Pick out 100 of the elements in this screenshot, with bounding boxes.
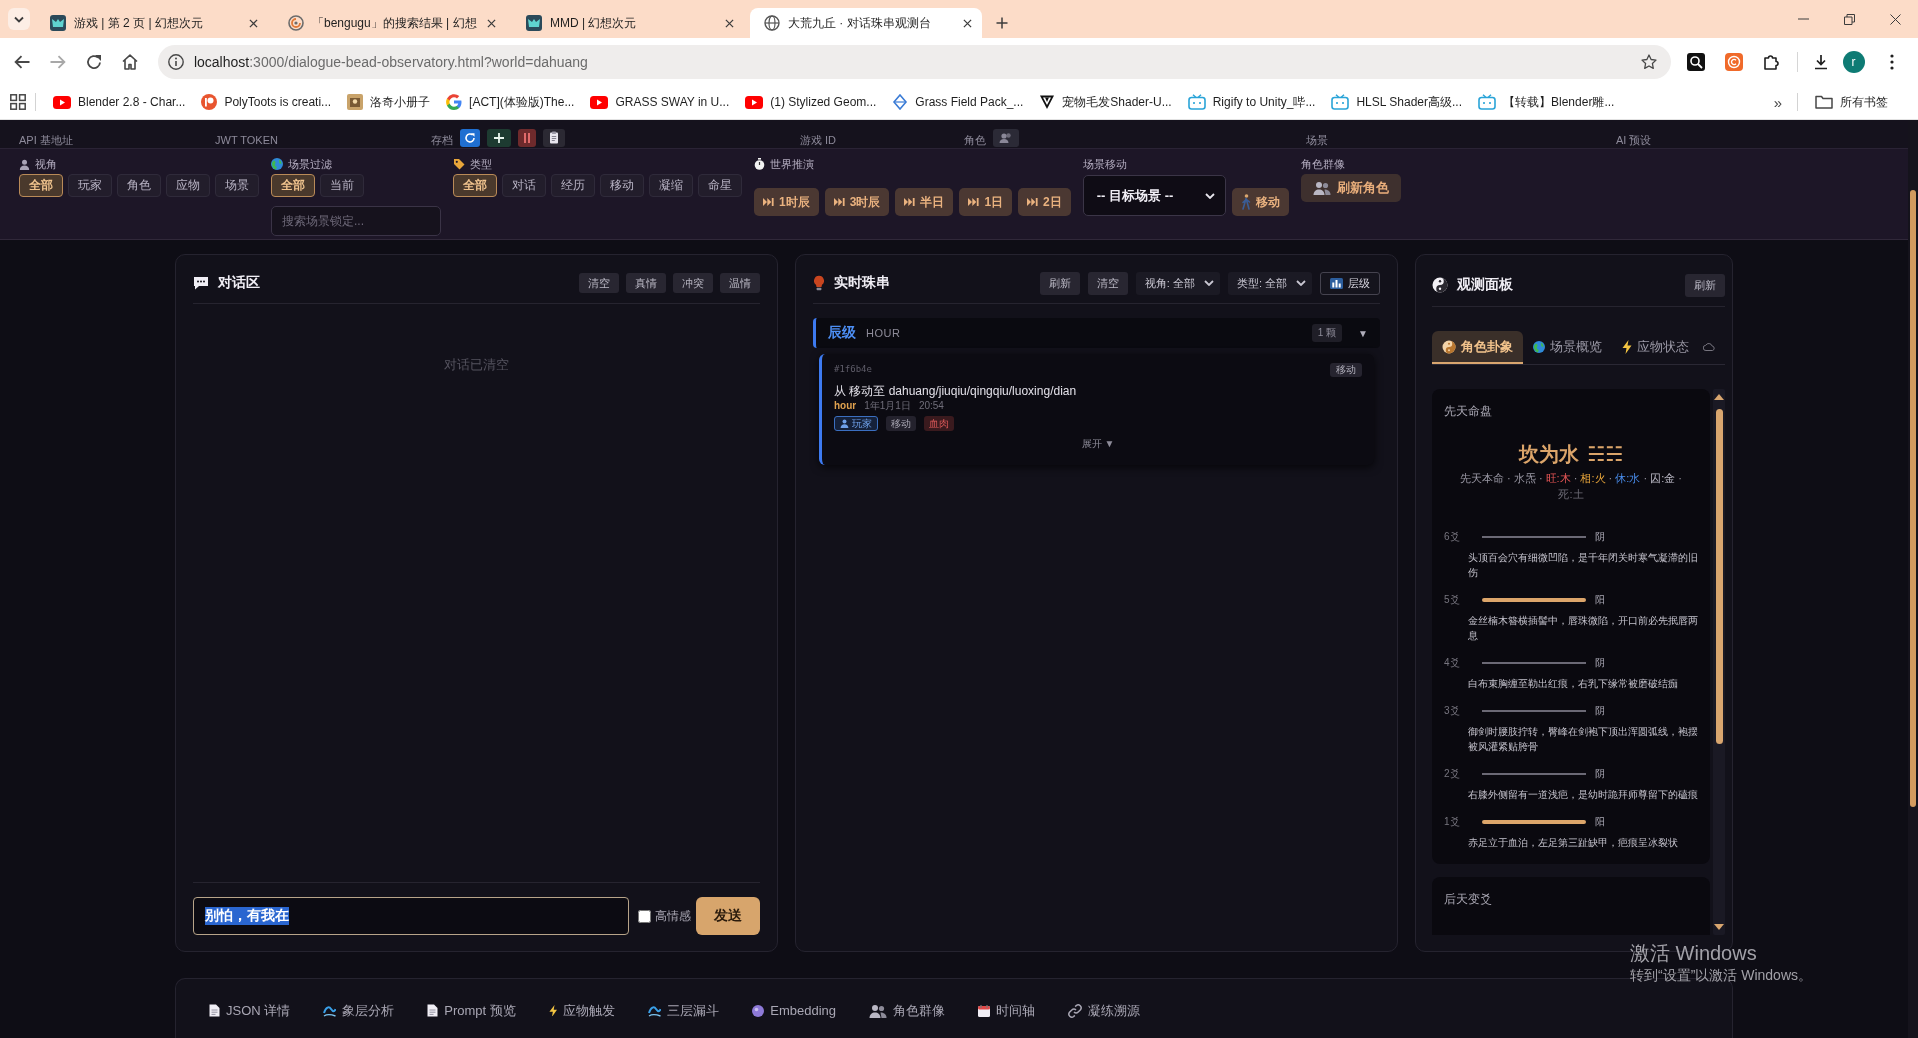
address-bar[interactable]: localhost:3000/dialogue-bead-observatory.html?world=dahuang: [157, 44, 1672, 79]
wave-icon: [323, 1004, 337, 1017]
bottom-tab[interactable]: 应物触发: [536, 995, 628, 1026]
action-button[interactable]: 清空: [1087, 271, 1128, 295]
yin-yang-icon: [1432, 277, 1448, 293]
action-button[interactable]: 清空: [579, 273, 619, 293]
grid-icon[interactable]: [10, 94, 26, 110]
bookmark-link[interactable]: HLSL Shader高级...: [1323, 89, 1470, 115]
bottom-tab[interactable]: 凝练溯源: [1056, 995, 1153, 1026]
filter-select[interactable]: 类型: 全部: [1227, 271, 1312, 295]
close-icon[interactable]: [249, 18, 258, 28]
message-input[interactable]: 别怕，有我在: [193, 897, 629, 935]
filter-option[interactable]: 对话: [502, 174, 546, 197]
filter-select[interactable]: 视角: 全部: [1135, 271, 1220, 295]
bars-icon[interactable]: [518, 129, 536, 147]
bookmark-link[interactable]: Rigify to Unity_哔...: [1179, 89, 1324, 115]
filter-option[interactable]: 移动: [600, 174, 644, 197]
scene-search-field[interactable]: 搜索场景锁定...: [271, 206, 441, 236]
home-icon[interactable]: [121, 53, 138, 70]
plus-icon[interactable]: [996, 17, 1008, 29]
info-icon[interactable]: [167, 53, 184, 70]
c-logo-icon[interactable]: [1725, 52, 1744, 71]
checkbox[interactable]: [638, 909, 651, 923]
scene-select[interactable]: -- 目标场景 --: [1082, 175, 1226, 216]
bottom-tab[interactable]: 三层漏斗: [636, 995, 732, 1026]
filter-option[interactable]: 凝缩: [649, 174, 693, 197]
reload-icon[interactable]: [85, 53, 102, 70]
browser-tab[interactable]: 「bengugu」的搜索结果 | 幻想: [274, 8, 506, 38]
menu-icon[interactable]: [1890, 53, 1895, 70]
filter-option[interactable]: 经历: [551, 174, 595, 197]
bookmark-link[interactable]: 宠物毛发Shader-U...: [1031, 89, 1180, 115]
filter-option[interactable]: 全部: [19, 174, 63, 197]
people-icon: [1312, 181, 1331, 195]
move-button[interactable]: 移动: [1231, 188, 1289, 216]
bookmark-link[interactable]: PolyToots is creati...: [193, 90, 340, 114]
close-icon[interactable]: [725, 18, 734, 28]
refresh-roles-button[interactable]: 刷新角色: [1300, 174, 1401, 202]
collapse-toggle[interactable]: ▼: [1358, 327, 1368, 339]
action-button[interactable]: 真情: [626, 273, 666, 293]
more-bookmarks-button[interactable]: »: [1767, 93, 1788, 111]
refresh-button[interactable]: 刷新: [1685, 273, 1725, 297]
time-step-button[interactable]: 2日: [1018, 188, 1071, 216]
bottom-tab[interactable]: 象层分析: [311, 995, 407, 1026]
bottom-tab[interactable]: Prompt 预览: [415, 995, 528, 1026]
filter-option[interactable]: 应物: [166, 174, 210, 197]
bookmark-link[interactable]: (1) Stylized Geom...: [737, 91, 885, 113]
filter-option[interactable]: 全部: [271, 174, 315, 197]
action-button[interactable]: 冲突: [673, 273, 713, 293]
filter-option[interactable]: 角色: [117, 174, 161, 197]
bookmark-link[interactable]: GRASS SWAY in U...: [582, 91, 738, 113]
close-icon[interactable]: [487, 18, 496, 28]
back-arrow-icon[interactable]: [14, 54, 30, 69]
bottom-tab[interactable]: 时间轴: [966, 995, 1048, 1026]
bookmark-link[interactable]: Grass Field Pack_...: [884, 90, 1032, 114]
filter-option[interactable]: 当前: [320, 174, 364, 197]
bookmark-link[interactable]: Blender 2.8 - Char...: [45, 91, 194, 113]
bookmark-link[interactable]: 洛奇小册子: [339, 89, 439, 115]
restore-icon[interactable]: [1843, 13, 1855, 25]
time-step-button[interactable]: 1日: [959, 188, 1013, 216]
field-label: 角色: [964, 133, 986, 147]
chevron-down-icon[interactable]: [8, 8, 30, 30]
clipboard-icon[interactable]: [543, 129, 565, 147]
bookmark-link[interactable]: 【转载】Blender雕...: [1470, 89, 1623, 115]
time-step-button[interactable]: 1时辰: [754, 188, 819, 216]
browser-tab[interactable]: 大荒九丘 · 对话珠串观测台: [750, 8, 982, 38]
plus-icon[interactable]: [487, 129, 511, 147]
profile-avatar[interactable]: r: [1842, 50, 1865, 73]
browser-tab[interactable]: 游戏 | 第 2 页 | 幻想次元: [36, 8, 268, 38]
close-icon[interactable]: [963, 18, 972, 28]
magnifier-icon[interactable]: [1687, 52, 1706, 71]
filter-option[interactable]: 全部: [453, 174, 497, 197]
chevron-down-icon: [1203, 280, 1214, 286]
panel-tab[interactable]: 应物状态: [1612, 331, 1699, 364]
bottom-tab[interactable]: JSON 详情: [197, 995, 303, 1026]
layers-button[interactable]: 层级: [1320, 271, 1380, 295]
star-icon[interactable]: [1641, 53, 1658, 70]
refresh-icon[interactable]: [460, 129, 480, 147]
close-icon[interactable]: [1889, 13, 1901, 25]
filter-option[interactable]: 玩家: [68, 174, 112, 197]
download-icon[interactable]: [1812, 53, 1829, 70]
action-button[interactable]: 温情: [720, 273, 760, 293]
time-step-button[interactable]: 半日: [895, 188, 954, 216]
people-icon[interactable]: [993, 129, 1019, 147]
expand-link[interactable]: 展开 ▼: [1081, 437, 1115, 450]
puzzle-icon[interactable]: [1763, 52, 1782, 71]
action-button[interactable]: 刷新: [1039, 271, 1080, 295]
send-button[interactable]: 发送: [696, 897, 760, 935]
bookmark-link[interactable]: [ACT](体验版)The...: [438, 89, 583, 115]
time-step-button[interactable]: 3时辰: [824, 188, 890, 216]
filter-option[interactable]: 命星: [698, 174, 742, 197]
bookmark-folder[interactable]: 所有书签: [1807, 89, 1896, 115]
panel-tab[interactable]: 场景概览: [1523, 331, 1612, 364]
lightning-icon: [1622, 339, 1632, 354]
panel-tab[interactable]: 角色卦象: [1432, 331, 1523, 364]
bottom-tab[interactable]: Embedding: [740, 997, 849, 1024]
browser-tab[interactable]: MMD | 幻想次元: [512, 8, 744, 38]
shield-icon: [1039, 94, 1056, 110]
bottom-tab[interactable]: 角色群像: [857, 995, 958, 1026]
filter-option[interactable]: 场景: [215, 174, 259, 197]
bead-id: #1f6b4e: [834, 363, 872, 375]
